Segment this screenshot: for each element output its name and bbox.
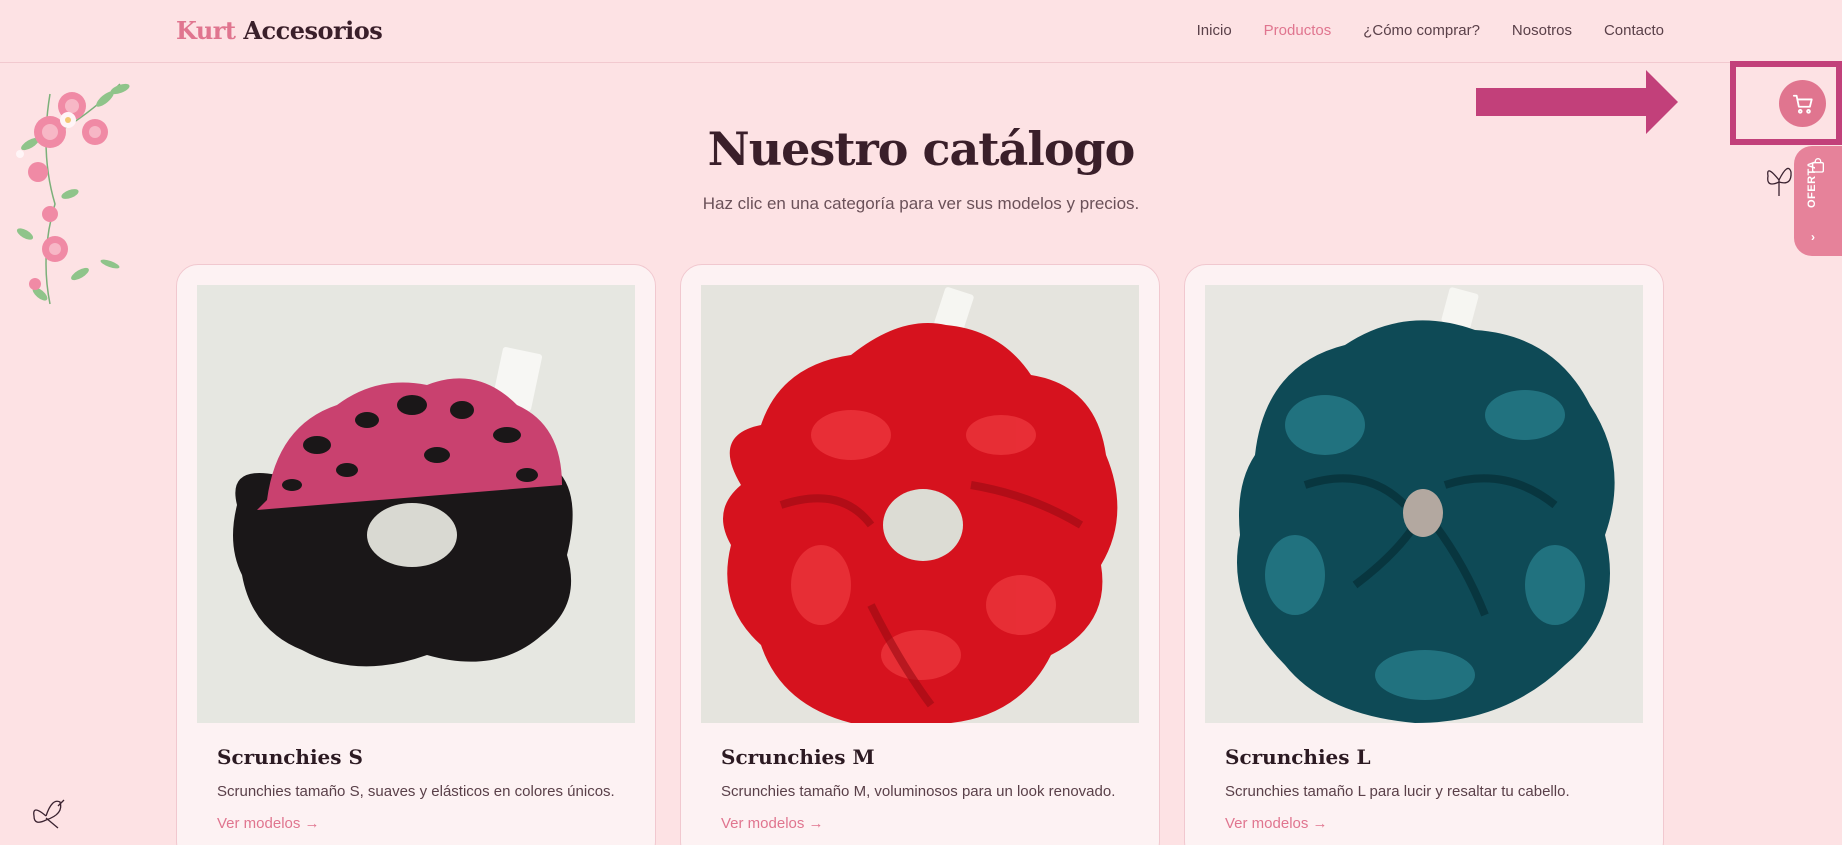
logo-brand: Kurt — [176, 16, 236, 45]
category-card-m[interactable]: Scrunchies M Scrunchies tamaño M, volumi… — [680, 264, 1160, 845]
ver-modelos-link[interactable]: Ver modelos → — [217, 815, 320, 832]
offer-label: OFERTA — [1806, 160, 1818, 208]
category-card-l[interactable]: Scrunchies L Scrunchies tamaño L para lu… — [1184, 264, 1664, 845]
nav-como-comprar[interactable]: ¿Cómo comprar? — [1363, 22, 1480, 39]
chevron-right-icon: › — [1811, 230, 1815, 244]
butterfly-icon — [33, 799, 65, 829]
butterfly-icon — [1767, 167, 1792, 196]
ver-modelos-link[interactable]: Ver modelos → — [721, 815, 824, 832]
card-title: Scrunchies M — [721, 745, 875, 769]
product-image-scrunchie-l[interactable] — [1205, 285, 1643, 723]
site-header: Kurt Accesorios Inicio Productos ¿Cómo c… — [0, 0, 1842, 63]
nav-productos[interactable]: Productos — [1264, 22, 1332, 39]
card-title: Scrunchies S — [217, 745, 363, 769]
product-image-scrunchie-m[interactable] — [701, 285, 1139, 723]
nav-nosotros[interactable]: Nosotros — [1512, 22, 1572, 39]
cart-button[interactable] — [1779, 80, 1826, 127]
category-card-s[interactable]: Scrunchies S Scrunchies tamaño S, suaves… — [176, 264, 656, 845]
annotation-arrow — [1476, 70, 1678, 134]
card-description: Scrunchies tamaño M, voluminosos para un… — [721, 783, 1116, 800]
cart-icon — [1792, 94, 1813, 114]
scrunchie-l-image — [1205, 285, 1643, 723]
main-nav: Inicio Productos ¿Cómo comprar? Nosotros… — [1197, 22, 1664, 39]
logo[interactable]: Kurt Accesorios — [176, 16, 383, 45]
card-description: Scrunchies tamaño S, suaves y elásticos … — [217, 783, 615, 800]
logo-text: Accesorios — [243, 16, 383, 45]
scrunchie-s-image — [197, 285, 635, 723]
nav-inicio[interactable]: Inicio — [1197, 22, 1232, 39]
product-image-scrunchie-s[interactable] — [197, 285, 635, 723]
nav-contacto[interactable]: Contacto — [1604, 22, 1664, 39]
offer-tab[interactable]: OFERTA › — [1794, 146, 1842, 256]
card-description: Scrunchies tamaño L para lucir y resalta… — [1225, 783, 1570, 800]
ver-modelos-link[interactable]: Ver modelos → — [1225, 815, 1328, 832]
card-title: Scrunchies L — [1225, 745, 1371, 769]
floral-decoration — [16, 83, 130, 305]
page-subtitle: Haz clic en una categoría para ver sus m… — [702, 194, 1140, 213]
scrunchie-m-image — [701, 285, 1139, 723]
